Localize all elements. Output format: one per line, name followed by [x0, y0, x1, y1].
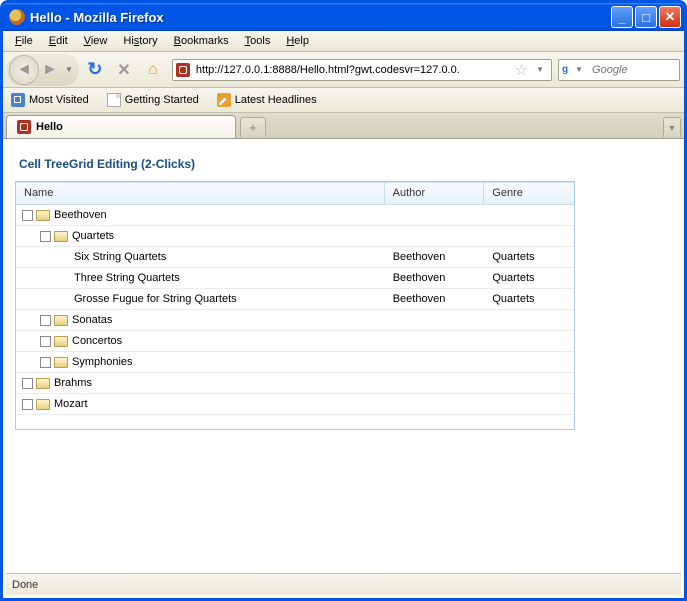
expand-icon[interactable]	[40, 336, 51, 347]
row-name: Sonatas	[72, 314, 112, 326]
tree-row[interactable]: Quartets	[16, 226, 574, 247]
row-author: Beethoven	[385, 251, 485, 263]
url-dropdown[interactable]: ▼	[532, 65, 548, 74]
row-name: Mozart	[54, 398, 88, 410]
menu-file[interactable]: File	[7, 33, 41, 49]
window-titlebar: Hello - Mozilla Firefox _ □ ✕	[3, 3, 684, 31]
menu-bar: File Edit View History Bookmarks Tools H…	[3, 31, 684, 52]
bookmarks-toolbar: Most Visited Getting Started Latest Head…	[3, 88, 684, 113]
row-genre: Quartets	[484, 293, 574, 305]
bookmark-star-icon[interactable]: ☆	[515, 61, 528, 79]
column-header-author[interactable]: Author	[385, 183, 485, 204]
expand-icon[interactable]	[40, 315, 51, 326]
forward-button[interactable]: ►	[39, 56, 61, 84]
expand-icon[interactable]	[40, 357, 51, 368]
page-icon	[107, 93, 121, 107]
reload-button[interactable]: ↻	[82, 57, 108, 83]
window-title: Hello - Mozilla Firefox	[30, 10, 611, 25]
row-name: Quartets	[72, 230, 114, 242]
menu-bookmarks[interactable]: Bookmarks	[166, 33, 237, 49]
search-input[interactable]	[590, 63, 687, 77]
status-bar: Done	[6, 573, 681, 595]
bookmark-label: Getting Started	[125, 94, 199, 106]
row-name: Three String Quartets	[74, 272, 180, 284]
tab-hello[interactable]: Hello	[6, 115, 236, 138]
expand-icon[interactable]	[22, 399, 33, 410]
navigation-toolbar: ◄ ► ▼ ↻ ✕ ⌂ ☆ ▼ g ▼ 🔍	[3, 52, 684, 88]
url-input[interactable]	[194, 63, 511, 77]
tree-grid: Name Author Genre BeethovenQuartetsSix S…	[15, 181, 575, 430]
most-visited-icon	[11, 93, 25, 107]
grid-header: Name Author Genre	[16, 183, 574, 205]
column-header-genre[interactable]: Genre	[484, 183, 574, 204]
site-icon	[176, 63, 190, 77]
url-bar[interactable]: ☆ ▼	[172, 59, 552, 81]
folder-icon	[36, 210, 50, 221]
expand-icon[interactable]	[22, 210, 33, 221]
menu-view[interactable]: View	[76, 33, 116, 49]
tree-row[interactable]: Sonatas	[16, 310, 574, 331]
folder-icon	[36, 378, 50, 389]
firefox-icon	[9, 9, 25, 25]
folder-icon	[36, 399, 50, 410]
tree-row[interactable]: Three String Quartets BeethovenQuartets	[16, 268, 574, 289]
bookmark-label: Most Visited	[29, 94, 89, 106]
tree-row[interactable]: Symphonies	[16, 352, 574, 373]
row-name: Symphonies	[72, 356, 133, 368]
row-name: Concertos	[72, 335, 122, 347]
menu-history[interactable]: History	[115, 33, 165, 49]
search-box[interactable]: g ▼ 🔍	[558, 59, 680, 81]
search-engine-dropdown[interactable]: ▼	[571, 65, 587, 74]
bookmark-most-visited[interactable]: Most Visited	[7, 91, 93, 109]
folder-icon	[54, 336, 68, 347]
bookmark-label: Latest Headlines	[235, 94, 317, 106]
stop-button[interactable]: ✕	[111, 57, 137, 83]
status-text: Done	[12, 579, 38, 591]
tab-icon	[17, 120, 31, 134]
menu-edit[interactable]: Edit	[41, 33, 76, 49]
folder-icon	[54, 231, 68, 242]
home-button[interactable]: ⌂	[140, 57, 166, 83]
tab-label: Hello	[36, 121, 63, 133]
menu-tools[interactable]: Tools	[237, 33, 279, 49]
tree-row[interactable]: Grosse Fugue for String Quartets Beethove…	[16, 289, 574, 310]
tab-overflow-button[interactable]: ▼	[663, 117, 681, 137]
bookmark-latest-headlines[interactable]: Latest Headlines	[213, 91, 321, 109]
feed-icon	[217, 93, 231, 107]
tree-row[interactable]: Concertos	[16, 331, 574, 352]
row-genre: Quartets	[484, 251, 574, 263]
row-name: Grosse Fugue for String Quartets	[74, 293, 237, 305]
minimize-button[interactable]: _	[611, 6, 633, 28]
row-name: Brahms	[54, 377, 92, 389]
close-button[interactable]: ✕	[659, 6, 681, 28]
tree-row[interactable]: Brahms	[16, 373, 574, 394]
new-tab-button[interactable]: +	[240, 117, 266, 137]
row-name: Six String Quartets	[74, 251, 166, 263]
menu-help[interactable]: Help	[278, 33, 317, 49]
row-author: Beethoven	[385, 272, 485, 284]
row-author: Beethoven	[385, 293, 485, 305]
google-icon: g	[562, 63, 568, 77]
tree-row[interactable]: Beethoven	[16, 205, 574, 226]
folder-icon	[54, 357, 68, 368]
expand-icon[interactable]	[22, 378, 33, 389]
maximize-button[interactable]: □	[635, 6, 657, 28]
grid-body: BeethovenQuartetsSix String QuartetsBeet…	[16, 205, 574, 429]
column-header-name[interactable]: Name	[16, 183, 385, 204]
page-heading: Cell TreeGrid Editing (2-Clicks)	[19, 157, 672, 171]
back-button[interactable]: ◄	[9, 55, 39, 85]
tab-bar: Hello + ▼	[3, 113, 684, 139]
expand-icon[interactable]	[40, 231, 51, 242]
page-content: Cell TreeGrid Editing (2-Clicks) Name Au…	[3, 139, 684, 442]
tree-row[interactable]: Mozart	[16, 394, 574, 415]
row-genre: Quartets	[484, 272, 574, 284]
bookmark-getting-started[interactable]: Getting Started	[103, 91, 203, 109]
tree-row[interactable]: Six String Quartets BeethovenQuartets	[16, 247, 574, 268]
nav-history-dropdown[interactable]: ▼	[61, 65, 77, 74]
folder-icon	[54, 315, 68, 326]
row-name: Beethoven	[54, 209, 107, 221]
